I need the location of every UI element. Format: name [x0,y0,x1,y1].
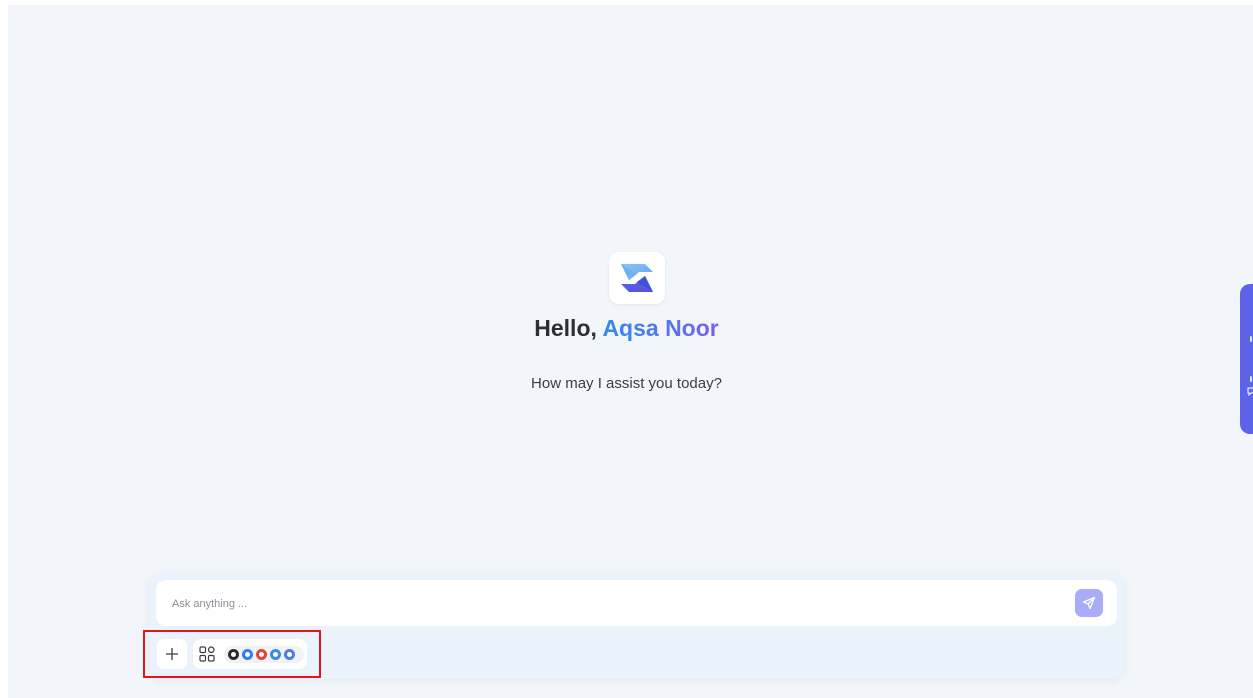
chat-input-container [156,580,1117,628]
app-logo [609,252,665,304]
send-icon [1082,596,1096,610]
greeting-subtitle: How may I assist you today? [531,375,722,392]
tab-mark [1250,376,1252,382]
feedback-icon [1247,387,1253,396]
brand-logo-icon [621,264,653,292]
greeting-heading: Hello, Aqsa Noor [0,315,1253,342]
tab-mark [1250,336,1252,342]
user-name: Aqsa Noor [602,315,719,341]
highlight-box [143,630,321,678]
chat-input[interactable] [170,580,1054,628]
send-button[interactable] [1075,589,1103,617]
feedback-side-tab[interactable] [1240,284,1253,434]
greeting-hello: Hello, [534,315,597,341]
